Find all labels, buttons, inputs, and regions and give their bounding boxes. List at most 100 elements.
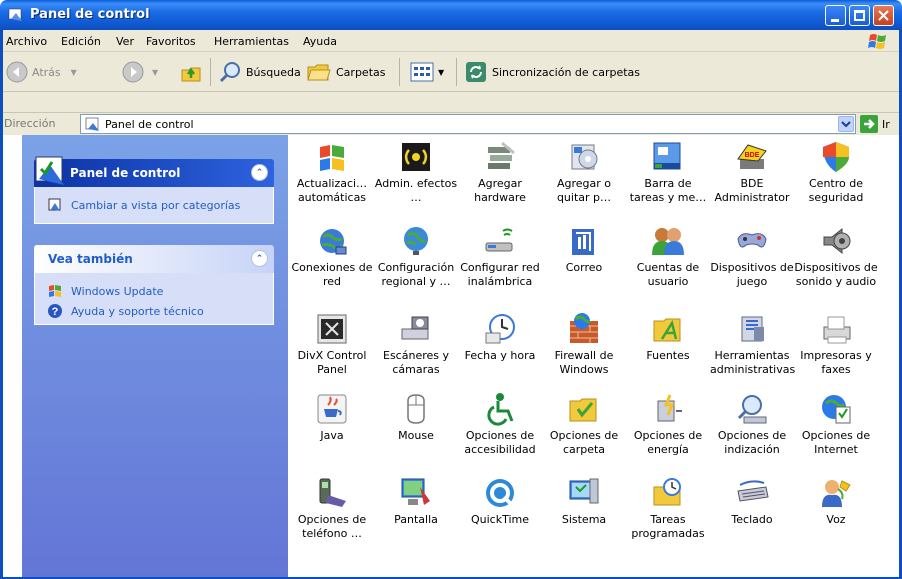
- chevron-down-icon: [841, 121, 851, 128]
- item-label: Java: [320, 429, 344, 442]
- control-panel-item-display[interactable]: Pantalla: [374, 475, 458, 527]
- bde-admin-icon: BDE: [737, 144, 767, 169]
- see-also-header[interactable]: Vea también ⌃: [34, 245, 274, 273]
- control-panel-item-keyboard[interactable]: Teclado: [710, 475, 794, 527]
- control-panel-item-phone-options[interactable]: Opciones de teléfono …: [290, 475, 374, 541]
- control-panel-item-sound-devices[interactable]: Dispositivos de sonido y audio: [794, 223, 878, 289]
- game-controllers-icon: [737, 233, 767, 248]
- search-button[interactable]: Búsqueda: [218, 52, 301, 92]
- control-panel-item-date-time[interactable]: Fecha y hora: [458, 311, 542, 363]
- menu-ayuda[interactable]: Ayuda: [303, 35, 337, 48]
- back-dropdown-icon[interactable]: ▼: [71, 68, 77, 77]
- help-support-label: Ayuda y soporte técnico: [71, 304, 204, 318]
- item-label: Opciones de carpeta: [549, 429, 619, 456]
- control-panel-item-admin-tools[interactable]: Herramientas administrativas: [710, 311, 795, 377]
- control-panel-item-fonts[interactable]: Fuentes: [626, 311, 710, 363]
- item-label: Dispositivos de juego: [710, 261, 794, 288]
- back-button[interactable]: Atrás ▼: [6, 52, 77, 92]
- control-panel-item-game-controllers[interactable]: Dispositivos de juego: [710, 223, 794, 289]
- toolbar-separator: [210, 58, 211, 86]
- control-panel-item-security-center[interactable]: Centro de seguridad: [794, 139, 878, 205]
- control-panel-item-effects-admin[interactable]: Admin. efectos …: [374, 139, 458, 205]
- admin-tools-icon: [741, 316, 764, 342]
- keyboard-icon: [737, 480, 769, 502]
- display-icon: [401, 478, 430, 505]
- close-button[interactable]: [873, 5, 894, 26]
- collapse-icon[interactable]: ⌃: [251, 164, 268, 181]
- up-folder-icon: [181, 67, 201, 82]
- control-panel-panel-header[interactable]: Panel de control ⌃: [34, 156, 274, 187]
- menu-archivo[interactable]: Archivo: [6, 35, 47, 48]
- window-left-border: [0, 30, 3, 579]
- switch-category-view-label: Cambiar a vista por categorías: [71, 198, 241, 212]
- forward-dropdown-icon[interactable]: ▼: [152, 68, 158, 77]
- item-label: BDE Administrator: [714, 177, 790, 204]
- folders-label: Carpetas: [336, 65, 386, 79]
- views-button[interactable]: ▼: [410, 52, 444, 92]
- control-panel-item-scheduled-tasks[interactable]: Tareas programadas: [626, 475, 710, 541]
- control-panel-item-user-accounts[interactable]: Cuentas de usuario: [626, 223, 710, 289]
- control-panel-item-indexing-options[interactable]: Opciones de indización: [710, 391, 794, 457]
- control-panel-item-folder-options[interactable]: Opciones de carpeta: [542, 391, 626, 457]
- title-bar[interactable]: Panel de control: [0, 0, 902, 30]
- control-panel-item-printers-faxes[interactable]: Impresoras y faxes: [794, 311, 878, 377]
- go-button[interactable]: Ir: [860, 115, 890, 133]
- menu-ver[interactable]: Ver: [116, 35, 134, 48]
- control-panel-item-accessibility[interactable]: Opciones de accesibilidad: [458, 391, 542, 457]
- control-panel-item-automatic-updates[interactable]: Actualizaci… automáticas: [290, 139, 374, 205]
- switch-category-view-link[interactable]: Cambiar a vista por categorías: [47, 195, 261, 215]
- control-panel-item-power-options[interactable]: Opciones de energía: [626, 391, 710, 457]
- minimize-button[interactable]: [825, 5, 846, 26]
- up-folder-button[interactable]: [179, 52, 203, 92]
- folders-button[interactable]: Carpetas: [306, 52, 385, 92]
- power-options-icon: [657, 394, 682, 422]
- menu-favoritos[interactable]: Favoritos: [146, 35, 196, 48]
- control-panel-item-add-hardware[interactable]: Agregar hardware: [458, 139, 542, 205]
- menu-edicion[interactable]: Edición: [61, 35, 101, 48]
- help-support-link[interactable]: ? Ayuda y soporte técnico: [47, 301, 261, 321]
- control-panel-item-taskbar[interactable]: Barra de tareas y me…: [626, 139, 710, 205]
- address-bar: Dirección Panel de control Ir: [0, 113, 902, 135]
- item-label: Dispositivos de sonido y audio: [794, 261, 878, 288]
- go-label: Ir: [882, 117, 890, 131]
- panel-body: Cambiar a vista por categorías: [34, 187, 274, 224]
- control-panel-item-system[interactable]: Sistema: [542, 475, 626, 527]
- wireless-setup-icon: [485, 228, 513, 252]
- item-label: Sistema: [561, 513, 607, 526]
- item-label: Fuentes: [646, 349, 690, 362]
- control-panel-small-icon: [85, 117, 99, 131]
- address-field[interactable]: Panel de control: [80, 114, 856, 134]
- windows-update-link[interactable]: Windows Update: [47, 281, 261, 301]
- svg-text:?: ?: [52, 306, 59, 318]
- see-also-panel: Vea también ⌃ Windows Update ? Ayuda y s…: [34, 245, 274, 325]
- control-panel-item-regional-settings[interactable]: Configuración regional y …: [374, 223, 458, 289]
- toolbar-separator: [399, 58, 400, 86]
- control-panel-item-wireless-setup[interactable]: Configurar red inalámbrica: [458, 223, 542, 289]
- control-panel-item-scanners-cameras[interactable]: Escáneres y cámaras: [374, 311, 458, 377]
- control-panel-item-firewall[interactable]: Firewall de Windows: [542, 311, 626, 377]
- control-panel-item-divx[interactable]: DivX Control Panel: [290, 311, 374, 377]
- add-hardware-icon: [488, 141, 515, 169]
- effects-admin-icon: [402, 143, 430, 171]
- control-panel-item-quicktime[interactable]: QuickTime: [458, 475, 542, 527]
- control-panel-item-internet-options[interactable]: Opciones de Internet: [794, 391, 878, 457]
- control-panel-item-java[interactable]: Java: [290, 391, 374, 443]
- maximize-button[interactable]: [849, 5, 870, 26]
- control-panel-item-mail[interactable]: Correo: [542, 223, 626, 275]
- forward-button[interactable]: ▼: [122, 52, 158, 92]
- control-panel-item-bde-admin[interactable]: BDE BDE Administrator: [710, 139, 794, 205]
- java-icon: [317, 394, 347, 424]
- control-panel-item-speech[interactable]: Voz: [794, 475, 878, 527]
- sync-folders-button[interactable]: Sincronización de carpetas: [464, 52, 640, 92]
- control-panel-item-add-remove-programs[interactable]: Agregar o quitar p…: [542, 139, 626, 205]
- see-also-title: Vea también: [48, 252, 133, 266]
- address-dropdown-button[interactable]: [838, 116, 854, 132]
- indexing-options-icon: [737, 395, 767, 424]
- views-icon: [410, 62, 434, 82]
- sync-folders-label: Sincronización de carpetas: [492, 65, 641, 79]
- control-panel-item-network-connections[interactable]: Conexiones de red: [290, 223, 374, 289]
- control-panel-item-mouse[interactable]: Mouse: [374, 391, 458, 443]
- views-dropdown-icon[interactable]: ▼: [438, 68, 444, 77]
- collapse-icon[interactable]: ⌃: [251, 250, 268, 267]
- menu-herramientas[interactable]: Herramientas: [214, 35, 289, 48]
